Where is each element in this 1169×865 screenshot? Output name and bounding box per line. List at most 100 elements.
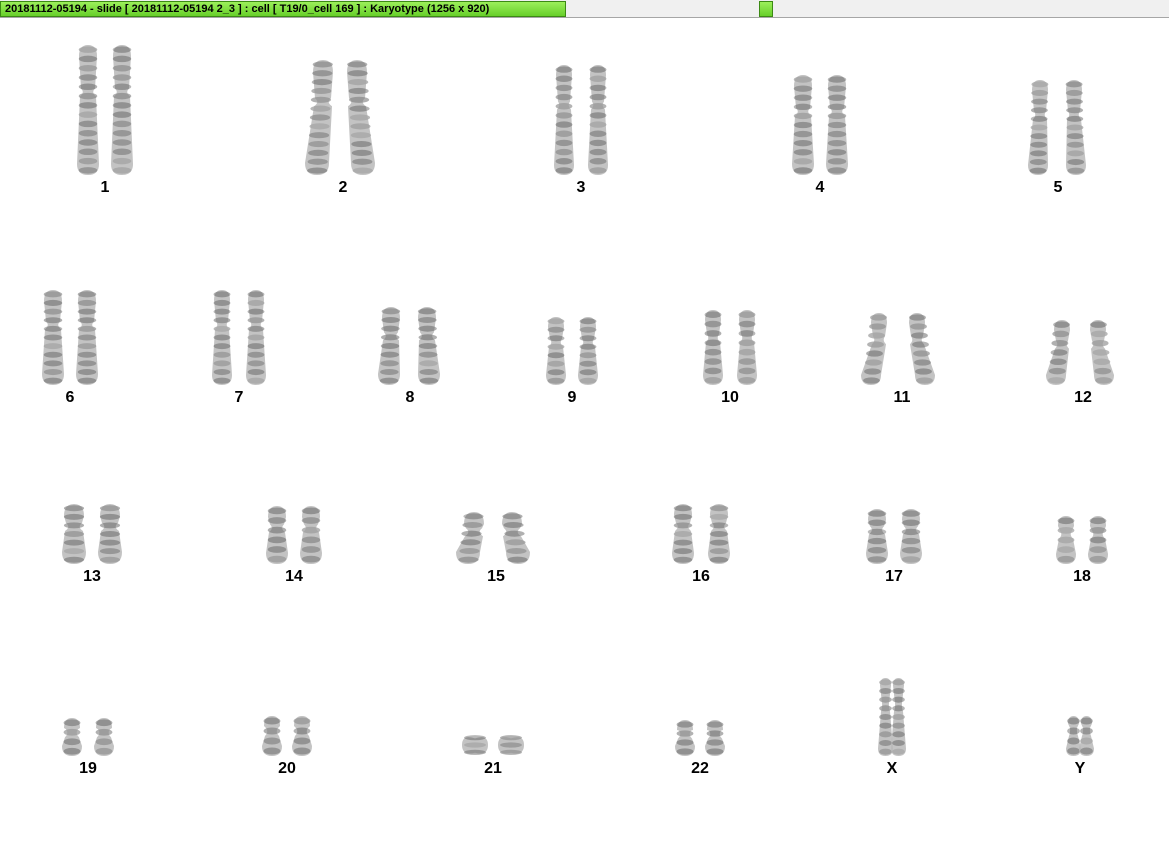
chromosome-pair-19[interactable]: 19 [18,715,158,783]
chromosome-label: 12 [1074,389,1092,406]
chromosome-pair-9[interactable]: 9 [502,314,642,412]
chromosome-label: 18 [1073,568,1091,585]
chromosome-image [878,678,906,756]
chromosome-image [42,290,98,385]
chromatid [1065,80,1086,175]
chromatid [675,720,695,756]
chromosome-pair-20[interactable]: 20 [217,713,357,783]
chromosome-pair-6[interactable]: 6 [0,287,140,412]
chromatid [62,718,82,756]
chromosome-label: 15 [487,568,505,585]
chromosome-pair-12[interactable]: 12 [1013,317,1153,412]
chromatid [866,509,888,564]
chromosome-pair-16[interactable]: 16 [631,501,771,591]
chromosome-label: 2 [338,179,348,196]
chromosome-image [672,504,730,564]
chromosome-label: 22 [691,760,709,777]
chromatid [292,716,312,756]
chromatid [891,678,906,756]
chromosome-image [378,307,440,385]
chromatid [900,509,922,564]
chromatid [909,313,935,385]
chromosome-pair-1[interactable]: 1 [35,42,175,202]
chromosome-image [675,720,725,756]
chromosome-pair-4[interactable]: 4 [750,72,890,202]
chromatid [76,290,98,385]
chromatid [554,65,574,175]
chromatid [498,735,524,755]
chromosome-image [212,290,266,385]
chromosome-label: 5 [1053,179,1063,196]
chromosome-image [546,317,598,385]
chromatid [94,718,114,756]
chromatid [462,735,488,755]
chromosome-image [77,45,133,175]
chromosome-label: 11 [893,389,911,406]
chromatid [62,504,86,564]
chromatid [672,504,694,564]
chromosome-label: Y [1074,760,1086,777]
chromatid [111,45,133,175]
chromosome-pair-13[interactable]: 13 [22,501,162,591]
chromatid [262,716,282,756]
window-title: 20181112-05194 - slide [ 20181112-05194 … [5,3,490,15]
chromatid [378,307,401,385]
chromatid [546,317,566,385]
chromatid [861,313,887,385]
chromatid [1079,716,1094,756]
karyogram-panel: 1 2 3 4 5 6 7 8 9 10 11 12 13 14 15 16 17 18 19 20 21 22 X Y [0,19,1169,865]
chromatid [1046,320,1070,385]
chromosome-image [1046,320,1114,385]
chromosome-label: 7 [234,389,244,406]
chromatid [305,60,333,175]
chromosome-label: 1 [100,179,110,196]
chromosome-label: 10 [721,389,739,406]
chromosome-pair-22[interactable]: 22 [630,717,770,783]
chromosome-image [861,313,935,385]
chromatid [792,75,814,175]
window-title-tab[interactable]: 20181112-05194 - slide [ 20181112-05194 … [0,1,566,17]
chromatid [42,290,64,385]
chromosome-image [305,60,375,175]
chromosome-pair-21[interactable]: 21 [423,731,563,783]
chromatid [1066,716,1081,756]
chromosome-label: 17 [885,568,903,585]
chromosome-pair-3[interactable]: 3 [511,62,651,202]
chromosome-image [866,509,922,564]
chromosome-pair-18[interactable]: 18 [1012,513,1152,591]
chromosome-pair-2[interactable]: 2 [273,57,413,202]
chromosome-image [456,512,530,564]
chromosome-label: 4 [815,179,825,196]
chromosome-pair-15[interactable]: 15 [426,509,566,591]
chromosome-image [1028,80,1086,175]
chromosome-label: 21 [484,760,502,777]
chromatid [1088,516,1108,564]
chromatid [246,290,266,385]
chromosome-pair-x[interactable]: X [822,675,962,783]
chromatid [1090,320,1114,385]
title-bar: 20181112-05194 - slide [ 20181112-05194 … [0,0,1169,18]
chromatid [705,720,725,756]
chromosome-image [703,310,757,385]
chromatid [737,310,757,385]
chromosome-pair-10[interactable]: 10 [660,307,800,412]
chromosome-pair-17[interactable]: 17 [824,506,964,591]
chromatid [502,512,530,564]
chromosome-pair-7[interactable]: 7 [169,287,309,412]
chromatid [347,60,375,175]
chromosome-label: 19 [79,760,97,777]
chromosome-pair-y[interactable]: Y [1010,713,1150,783]
secondary-tab[interactable] [759,1,773,17]
chromatid [703,310,723,385]
chromatid [878,678,893,756]
chromatid [300,506,322,564]
chromosome-pair-5[interactable]: 5 [988,77,1128,202]
chromatid [98,504,122,564]
chromosome-label: 14 [285,568,303,585]
chromosome-pair-11[interactable]: 11 [832,310,972,412]
chromosome-label: X [886,760,898,777]
chromosome-pair-8[interactable]: 8 [340,304,480,412]
chromosome-pair-14[interactable]: 14 [224,503,364,591]
chromosome-image [554,65,608,175]
chromatid [456,512,484,564]
